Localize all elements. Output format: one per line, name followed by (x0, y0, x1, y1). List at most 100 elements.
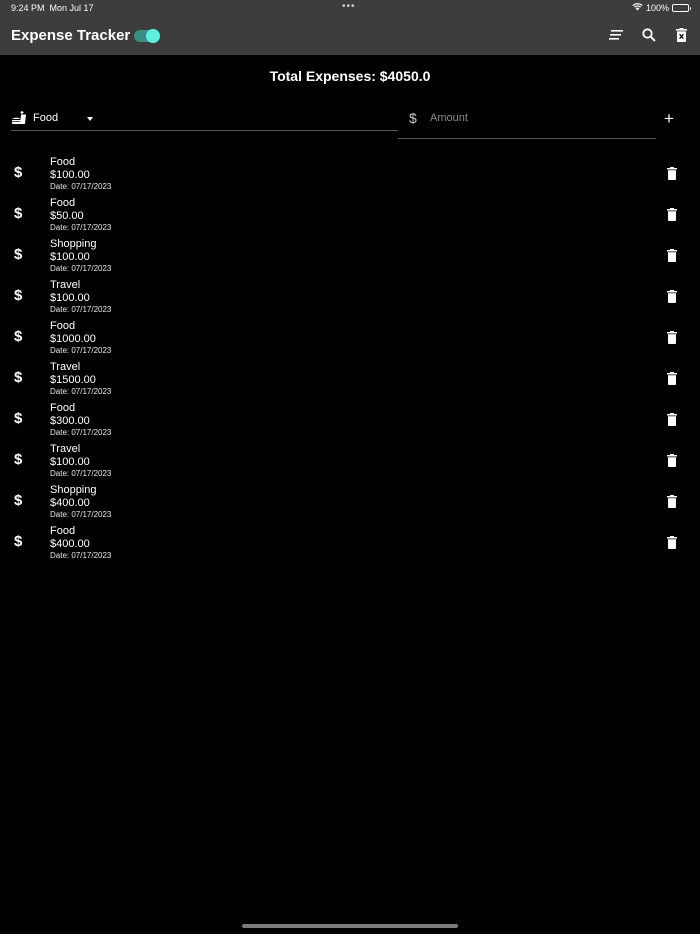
delete-expense-button[interactable] (667, 413, 677, 431)
trash-icon (667, 372, 677, 389)
dollar-icon: $ (14, 451, 23, 468)
expense-amount: $400.00 (50, 497, 90, 509)
dollar-icon: $ (14, 410, 23, 427)
trash-icon (667, 249, 677, 266)
expense-category: Shopping (50, 238, 97, 250)
expense-list-item[interactable]: $ Travel $100.00 Date: 07/17/2023 (0, 277, 700, 318)
expense-list-item[interactable]: $ Food $300.00 Date: 07/17/2023 (0, 400, 700, 441)
trash-icon (667, 167, 677, 184)
expense-details: Travel $100.00 Date: 07/17/2023 (50, 279, 111, 315)
expense-amount: $100.00 (50, 456, 90, 468)
trash-icon (667, 495, 677, 512)
expense-amount: $400.00 (50, 538, 90, 550)
battery-icon (672, 4, 691, 12)
trash-icon (667, 208, 677, 225)
delete-expense-button[interactable] (667, 536, 677, 554)
delete-expense-button[interactable] (667, 167, 677, 185)
trash-icon (667, 331, 677, 348)
app-root: 9:24 PM Mon Jul 17 ••• 100% Expense Track… (0, 0, 700, 934)
expense-amount: $100.00 (50, 169, 90, 181)
expense-amount: $1000.00 (50, 333, 96, 345)
multitasking-dots-icon[interactable]: ••• (342, 1, 356, 12)
expense-details: Shopping $100.00 Date: 07/17/2023 (50, 238, 111, 274)
amount-field: $ (398, 108, 656, 139)
dollar-icon: $ (14, 369, 23, 386)
status-date: Mon Jul 17 (49, 3, 94, 13)
expense-category: Travel (50, 279, 81, 291)
expense-details: Food $300.00 Date: 07/17/2023 (50, 402, 111, 438)
expense-date: Date: 07/17/2023 (50, 264, 112, 273)
expense-category: Food (50, 320, 76, 332)
sort-icon[interactable] (607, 26, 624, 43)
category-dropdown[interactable]: Food (11, 108, 398, 131)
expense-amount: $100.00 (50, 251, 90, 263)
trash-icon (667, 413, 677, 430)
expense-amount: $50.00 (50, 210, 84, 222)
expense-category: Food (50, 197, 76, 209)
trash-icon (667, 536, 677, 553)
dollar-icon: $ (409, 110, 417, 126)
status-bar-clock: 9:24 PM Mon Jul 17 (11, 3, 94, 13)
dollar-icon: $ (14, 328, 23, 345)
trash-icon (667, 290, 677, 307)
delete-all-icon[interactable] (673, 26, 690, 43)
expense-list: $ Food $100.00 Date: 07/17/2023 $ Food $50.00 D… (0, 154, 700, 564)
dollar-icon: $ (14, 492, 23, 509)
status-time: 9:24 PM (11, 3, 45, 13)
expense-details: Food $100.00 Date: 07/17/2023 (50, 156, 111, 192)
delete-expense-button[interactable] (667, 372, 677, 390)
total-expenses: Total Expenses: $4050.0 (269, 68, 431, 84)
delete-expense-button[interactable] (667, 249, 677, 267)
expense-details: Food $50.00 Date: 07/17/2023 (50, 197, 111, 233)
expense-date: Date: 07/17/2023 (50, 223, 112, 232)
status-indicators: 100% (632, 3, 691, 13)
expense-list-item[interactable]: $ Shopping $100.00 Date: 07/17/2023 (0, 236, 700, 277)
chevron-down-icon (87, 117, 93, 121)
delete-expense-button[interactable] (667, 290, 677, 308)
expense-list-item[interactable]: $ Food $400.00 Date: 07/17/2023 (0, 523, 700, 564)
expense-details: Shopping $400.00 Date: 07/17/2023 (50, 484, 111, 520)
expense-list-item[interactable]: $ Shopping $400.00 Date: 07/17/2023 (0, 482, 700, 523)
battery-percent: 100% (645, 3, 669, 13)
wifi-icon (632, 3, 643, 13)
expense-date: Date: 07/17/2023 (50, 387, 112, 396)
expense-date: Date: 07/17/2023 (50, 346, 112, 355)
expense-date: Date: 07/17/2023 (50, 182, 112, 191)
home-indicator[interactable] (242, 924, 458, 928)
expense-list-item[interactable]: $ Food $100.00 Date: 07/17/2023 (0, 154, 700, 195)
expense-date: Date: 07/17/2023 (50, 551, 112, 560)
delete-expense-button[interactable] (667, 495, 677, 513)
delete-expense-button[interactable] (667, 331, 677, 349)
expense-list-item[interactable]: $ Food $50.00 Date: 07/17/2023 (0, 195, 700, 236)
theme-toggle[interactable] (134, 29, 160, 43)
expense-date: Date: 07/17/2023 (50, 469, 112, 478)
expense-category: Shopping (50, 484, 97, 496)
top-bar: 9:24 PM Mon Jul 17 ••• 100% Expense Track… (0, 0, 700, 55)
expense-amount: $1500.00 (50, 374, 96, 386)
toggle-knob (146, 29, 160, 43)
expense-list-item[interactable]: $ Travel $100.00 Date: 07/17/2023 (0, 441, 700, 482)
category-selected-value: Food (33, 112, 59, 124)
expense-category: Food (50, 402, 76, 414)
expense-category: Travel (50, 443, 81, 455)
expense-category: Food (50, 525, 76, 537)
expense-category: Travel (50, 361, 81, 373)
expense-details: Travel $1500.00 Date: 07/17/2023 (50, 361, 111, 397)
delete-expense-button[interactable] (667, 454, 677, 472)
expense-list-item[interactable]: $ Travel $1500.00 Date: 07/17/2023 (0, 359, 700, 400)
add-expense-button[interactable]: + (664, 110, 674, 127)
amount-input[interactable] (430, 109, 650, 127)
dollar-icon: $ (14, 246, 23, 263)
trash-icon (667, 454, 677, 471)
expense-amount: $100.00 (50, 292, 90, 304)
expense-date: Date: 07/17/2023 (50, 510, 112, 519)
expense-details: Food $400.00 Date: 07/17/2023 (50, 525, 111, 561)
search-icon[interactable] (640, 26, 657, 43)
expense-list-item[interactable]: $ Food $1000.00 Date: 07/17/2023 (0, 318, 700, 359)
app-title: Expense Tracker (11, 27, 131, 44)
dollar-icon: $ (14, 205, 23, 222)
expense-date: Date: 07/17/2023 (50, 428, 112, 437)
expense-amount: $300.00 (50, 415, 90, 427)
dollar-icon: $ (14, 533, 23, 550)
delete-expense-button[interactable] (667, 208, 677, 226)
